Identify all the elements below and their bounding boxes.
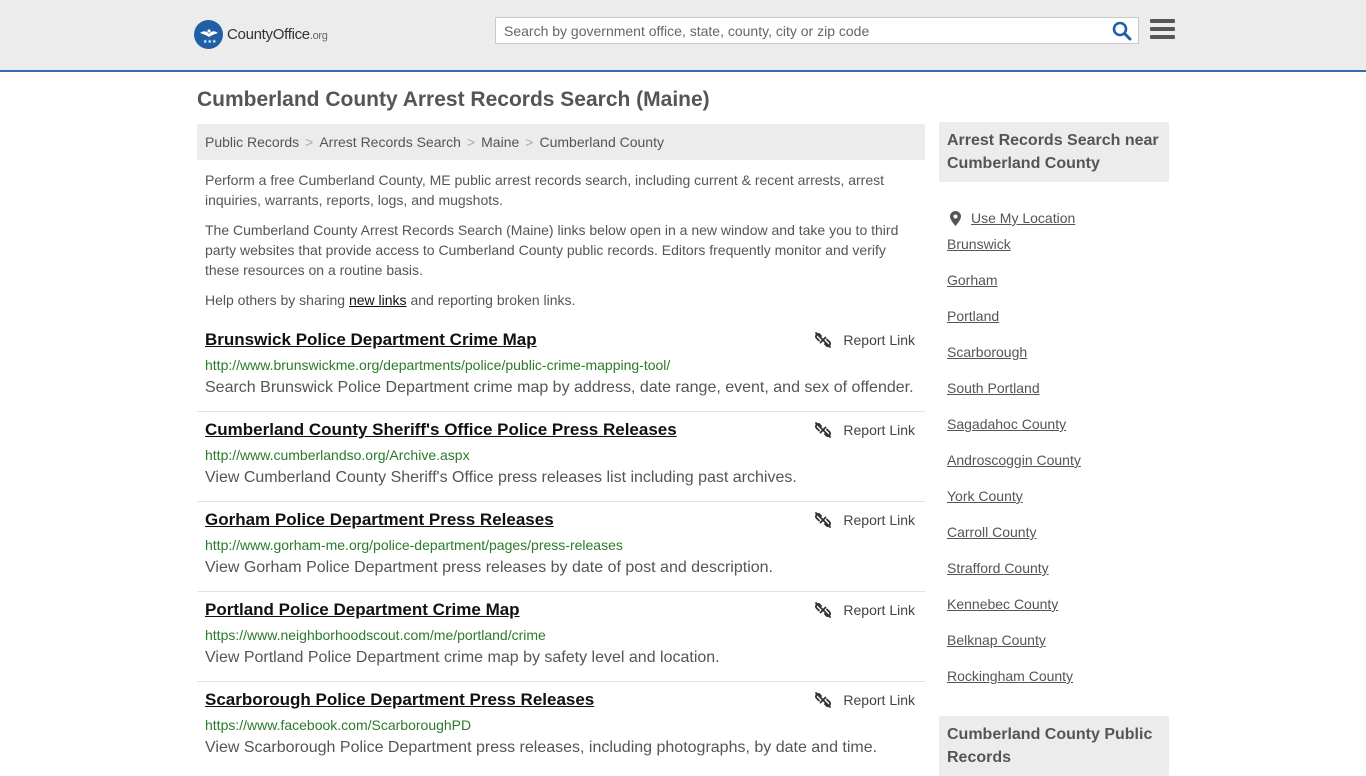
- list-item: Sagadahoc County: [947, 416, 1081, 452]
- nearby-link-portland[interactable]: Portland: [947, 308, 999, 324]
- list-item: Brunswick: [947, 236, 1081, 272]
- intro-paragraph: Perform a free Cumberland County, ME pub…: [205, 172, 885, 208]
- nearby-link-sagadahoc-county[interactable]: Sagadahoc County: [947, 416, 1066, 432]
- nearby-links-list: Use My Location Brunswick Gorham Portlan…: [947, 200, 1081, 704]
- svg-text:★★★: ★★★: [203, 39, 217, 45]
- result-url-link[interactable]: https://www.facebook.com/ScarboroughPD: [205, 717, 471, 733]
- result-description: Search Brunswick Police Department crime…: [205, 379, 914, 396]
- map-pin-icon: [950, 210, 961, 226]
- top-bar: ★★★ CountyOffice.org: [0, 0, 1366, 72]
- broken-link-icon: [815, 692, 832, 708]
- list-item: Portland: [947, 308, 1081, 344]
- breadcrumb-separator: >: [525, 134, 534, 150]
- result-title-link[interactable]: Brunswick Police Department Crime Map: [205, 330, 537, 350]
- results-list: Brunswick Police Department Crime Map Re…: [197, 322, 925, 772]
- list-item: Scarborough: [947, 344, 1081, 380]
- use-location-item: Use My Location: [947, 200, 1081, 236]
- list-item: Kennebec County: [947, 596, 1081, 632]
- result-url-link[interactable]: https://www.neighborhoodscout.com/me/por…: [205, 627, 546, 643]
- broken-link-icon: [815, 422, 832, 438]
- nearby-link-strafford-county[interactable]: Strafford County: [947, 560, 1049, 576]
- report-link-button[interactable]: Report Link: [815, 332, 915, 348]
- logo-eagle-icon: ★★★: [194, 20, 223, 49]
- nearby-link-belknap-county[interactable]: Belknap County: [947, 632, 1046, 648]
- result-item: Gorham Police Department Press Releases …: [197, 502, 925, 592]
- search-icon[interactable]: [1112, 21, 1132, 41]
- result-url-link[interactable]: http://www.gorham-me.org/police-departme…: [205, 537, 623, 553]
- logo-wordmark: CountyOffice.org: [227, 26, 328, 43]
- list-item: York County: [947, 488, 1081, 524]
- page-title: Cumberland County Arrest Records Search …: [197, 88, 710, 111]
- report-link-button[interactable]: Report Link: [815, 692, 915, 708]
- list-item: Belknap County: [947, 632, 1081, 668]
- report-link-button[interactable]: Report Link: [815, 602, 915, 618]
- result-item: Brunswick Police Department Crime Map Re…: [197, 322, 925, 412]
- search-input[interactable]: [504, 18, 1104, 43]
- site-logo[interactable]: ★★★ CountyOffice.org: [194, 20, 328, 49]
- result-title-link[interactable]: Scarborough Police Department Press Rele…: [205, 690, 594, 710]
- result-url-link[interactable]: http://www.cumberlandso.org/Archive.aspx: [205, 447, 470, 463]
- nearby-link-rockingham-county[interactable]: Rockingham County: [947, 668, 1073, 684]
- sidebar-heading-public-records: Cumberland County Public Records: [939, 716, 1169, 776]
- list-item: Carroll County: [947, 524, 1081, 560]
- search-box: [495, 17, 1139, 44]
- list-item: Gorham: [947, 272, 1081, 308]
- broken-link-icon: [815, 602, 832, 618]
- sidebar-heading: Arrest Records Search near Cumberland Co…: [939, 122, 1169, 182]
- result-item: Cumberland County Sheriff's Office Polic…: [197, 412, 925, 502]
- breadcrumb: Public Records > Arrest Records Search > Mai…: [197, 124, 925, 160]
- breadcrumb-maine[interactable]: Maine: [481, 134, 519, 150]
- disclaimer-paragraph: The Cumberland County Arrest Records Sea…: [205, 222, 899, 278]
- breadcrumb-separator: >: [305, 134, 314, 150]
- result-title-link[interactable]: Gorham Police Department Press Releases: [205, 510, 554, 530]
- breadcrumb-arrest-records[interactable]: Arrest Records Search: [319, 134, 461, 150]
- broken-link-icon: [815, 332, 832, 348]
- result-title-link[interactable]: Cumberland County Sheriff's Office Polic…: [205, 420, 677, 440]
- use-my-location-link[interactable]: Use My Location: [971, 210, 1075, 226]
- hamburger-menu-icon[interactable]: [1150, 19, 1175, 41]
- new-links-link[interactable]: new links: [349, 292, 407, 308]
- nearby-link-south-portland[interactable]: South Portland: [947, 380, 1040, 396]
- report-link-button[interactable]: Report Link: [815, 422, 915, 438]
- list-item: South Portland: [947, 380, 1081, 416]
- nearby-link-androscoggin-county[interactable]: Androscoggin County: [947, 452, 1081, 468]
- result-description: View Cumberland County Sheriff's Office …: [205, 469, 797, 486]
- list-item: Androscoggin County: [947, 452, 1081, 488]
- nearby-link-brunswick[interactable]: Brunswick: [947, 236, 1011, 252]
- nearby-link-kennebec-county[interactable]: Kennebec County: [947, 596, 1058, 612]
- broken-link-icon: [815, 512, 832, 528]
- result-description: View Gorham Police Department press rele…: [205, 559, 773, 576]
- list-item: Strafford County: [947, 560, 1081, 596]
- result-item: Scarborough Police Department Press Rele…: [197, 682, 925, 772]
- share-paragraph: Help others by sharing new links and rep…: [205, 292, 576, 308]
- result-url-link[interactable]: http://www.brunswickme.org/departments/p…: [205, 357, 670, 373]
- result-item: Portland Police Department Crime Map Rep…: [197, 592, 925, 682]
- nearby-link-york-county[interactable]: York County: [947, 488, 1023, 504]
- nearby-link-scarborough[interactable]: Scarborough: [947, 344, 1027, 360]
- result-title-link[interactable]: Portland Police Department Crime Map: [205, 600, 520, 620]
- result-description: View Portland Police Department crime ma…: [205, 649, 720, 666]
- report-link-button[interactable]: Report Link: [815, 512, 915, 528]
- result-description: View Scarborough Police Department press…: [205, 739, 878, 756]
- breadcrumb-cumberland-county[interactable]: Cumberland County: [539, 134, 664, 150]
- list-item: Rockingham County: [947, 668, 1081, 704]
- nearby-link-gorham[interactable]: Gorham: [947, 272, 998, 288]
- breadcrumb-public-records[interactable]: Public Records: [205, 134, 299, 150]
- nearby-link-carroll-county[interactable]: Carroll County: [947, 524, 1036, 540]
- breadcrumb-separator: >: [466, 134, 476, 150]
